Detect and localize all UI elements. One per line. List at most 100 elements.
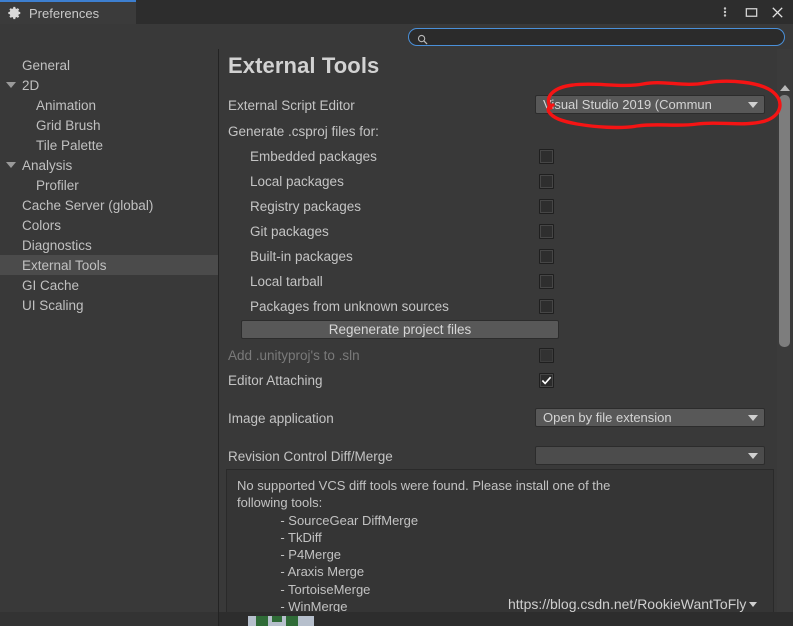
add-unityproj-row: Add .unityproj's to .sln [228, 345, 774, 366]
vcs-help-box: No supported VCS diff tools were found. … [226, 469, 774, 612]
chip-segment [272, 616, 282, 622]
sidebar-item-label: General [22, 57, 71, 73]
sidebar-item-gi-cache[interactable]: GI Cache [0, 275, 218, 295]
csproj-option-label: Local tarball [250, 274, 323, 289]
sidebar-item-colors[interactable]: Colors [0, 215, 218, 235]
external-tools-panel: External Tools External Script Editor Vi… [219, 49, 793, 612]
search-input[interactable] [433, 31, 776, 43]
sidebar-item-general[interactable]: General [0, 55, 218, 75]
csproj-option-row: Git packages [228, 221, 774, 242]
regenerate-project-files-button[interactable]: Regenerate project files [241, 320, 559, 339]
arrow-slot [0, 95, 22, 115]
editor-attaching-label: Editor Attaching [228, 373, 323, 388]
csproj-option-row: Local packages [228, 171, 774, 192]
image-application-value: Open by file extension [543, 410, 672, 425]
sidebar-item-profiler[interactable]: Profiler [0, 175, 218, 195]
csproj-option-label: Git packages [250, 224, 329, 239]
checkbox-local-packages[interactable] [539, 174, 554, 189]
scroll-up-arrow-icon[interactable] [780, 85, 790, 91]
sidebar-item-2d[interactable]: 2D [0, 75, 218, 95]
chevron-down-icon [6, 82, 16, 88]
kebab-menu-icon[interactable] [713, 1, 737, 23]
arrow-slot [0, 275, 22, 295]
window-body: General 2D Animation Grid Brush Tile Pal… [0, 49, 793, 612]
sidebar-item-grid-brush[interactable]: Grid Brush [0, 115, 218, 135]
generate-csproj-label-row: Generate .csproj files for: [228, 121, 774, 142]
checkbox-local-tarball[interactable] [539, 274, 554, 289]
regenerate-button-label: Regenerate project files [328, 322, 472, 337]
editor-attaching-row: Editor Attaching [228, 370, 774, 391]
sidebar-item-label: Cache Server (global) [22, 197, 154, 213]
checkbox-add-unityproj [539, 348, 554, 363]
search-icon [417, 32, 428, 44]
arrow-slot[interactable] [0, 75, 22, 95]
bottom-bar [0, 612, 793, 626]
sidebar-item-label: Diagnostics [22, 237, 92, 253]
external-script-editor-label: External Script Editor [228, 98, 355, 113]
bottom-bar-left [0, 612, 219, 626]
arrow-slot [0, 255, 22, 275]
chip-segment [256, 616, 268, 626]
sidebar-item-animation[interactable]: Animation [0, 95, 218, 115]
csproj-option-label: Built-in packages [250, 249, 353, 264]
arrow-slot[interactable] [0, 155, 22, 175]
sidebar-item-label: UI Scaling [22, 297, 84, 313]
csproj-option-row: Registry packages [228, 196, 774, 217]
sidebar-item-label: Grid Brush [36, 117, 101, 133]
external-script-editor-dropdown[interactable]: Visual Studio 2019 (Commun [535, 95, 765, 114]
chevron-down-icon [748, 414, 758, 421]
gear-icon [8, 6, 22, 20]
revision-control-label: Revision Control Diff/Merge [228, 449, 393, 464]
sidebar-item-label: Colors [22, 217, 62, 233]
search-box[interactable] [408, 28, 785, 46]
generate-csproj-label: Generate .csproj files for: [228, 124, 379, 139]
arrow-slot [0, 135, 22, 155]
sidebar-item-ui-scaling[interactable]: UI Scaling [0, 295, 218, 315]
image-application-dropdown[interactable]: Open by file extension [535, 408, 765, 427]
sidebar-item-label: Animation [36, 97, 97, 113]
csproj-option-row: Local tarball [228, 271, 774, 292]
checkbox-builtin-packages[interactable] [539, 249, 554, 264]
sidebar-item-label: Profiler [36, 177, 79, 193]
chevron-down-icon [748, 452, 758, 459]
tab-label: Preferences [29, 5, 100, 21]
revision-control-dropdown[interactable] [535, 446, 765, 465]
maximize-icon[interactable] [739, 1, 763, 23]
sidebar-item-diagnostics[interactable]: Diagnostics [0, 235, 218, 255]
arrow-slot [0, 195, 22, 215]
image-application-label: Image application [228, 411, 334, 426]
sidebar-item-label: Tile Palette [36, 137, 104, 153]
scrollbar-thumb[interactable] [779, 95, 790, 347]
sidebar-item-tile-palette[interactable]: Tile Palette [0, 135, 218, 155]
chevron-down-icon [6, 162, 16, 168]
csproj-option-label: Packages from unknown sources [250, 299, 449, 314]
arrow-slot [0, 295, 22, 315]
preferences-sidebar: General 2D Animation Grid Brush Tile Pal… [0, 49, 219, 612]
checkbox-unknown-sources[interactable] [539, 299, 554, 314]
checkbox-git-packages[interactable] [539, 224, 554, 239]
external-script-editor-value: Visual Studio 2019 (Commun [543, 97, 712, 112]
chevron-down-icon [748, 101, 758, 108]
checkbox-embedded-packages[interactable] [539, 149, 554, 164]
sidebar-item-external-tools[interactable]: External Tools [0, 255, 218, 275]
checkbox-editor-attaching[interactable] [539, 373, 554, 388]
sidebar-item-cache-server[interactable]: Cache Server (global) [0, 195, 218, 215]
csproj-option-row: Built-in packages [228, 246, 774, 267]
bottom-progress-chip [248, 616, 314, 626]
sidebar-item-analysis[interactable]: Analysis [0, 155, 218, 175]
sidebar-item-label: GI Cache [22, 277, 80, 293]
check-icon [541, 376, 552, 385]
csproj-option-row: Embedded packages [228, 146, 774, 167]
checkbox-registry-packages[interactable] [539, 199, 554, 214]
watermark: https://blog.csdn.net/RookieWantToFly [508, 596, 758, 612]
csproj-option-label: Embedded packages [250, 149, 377, 164]
arrow-slot [0, 115, 22, 135]
arrow-slot [0, 55, 22, 75]
csproj-option-row: Packages from unknown sources [228, 296, 774, 317]
tab-preferences[interactable]: Preferences [0, 0, 136, 24]
csproj-option-label: Local packages [250, 174, 344, 189]
window-title-bar: Preferences [0, 0, 793, 24]
close-icon[interactable] [765, 1, 789, 23]
chevron-down-icon [749, 601, 758, 607]
main-vertical-scrollbar[interactable] [777, 49, 792, 612]
